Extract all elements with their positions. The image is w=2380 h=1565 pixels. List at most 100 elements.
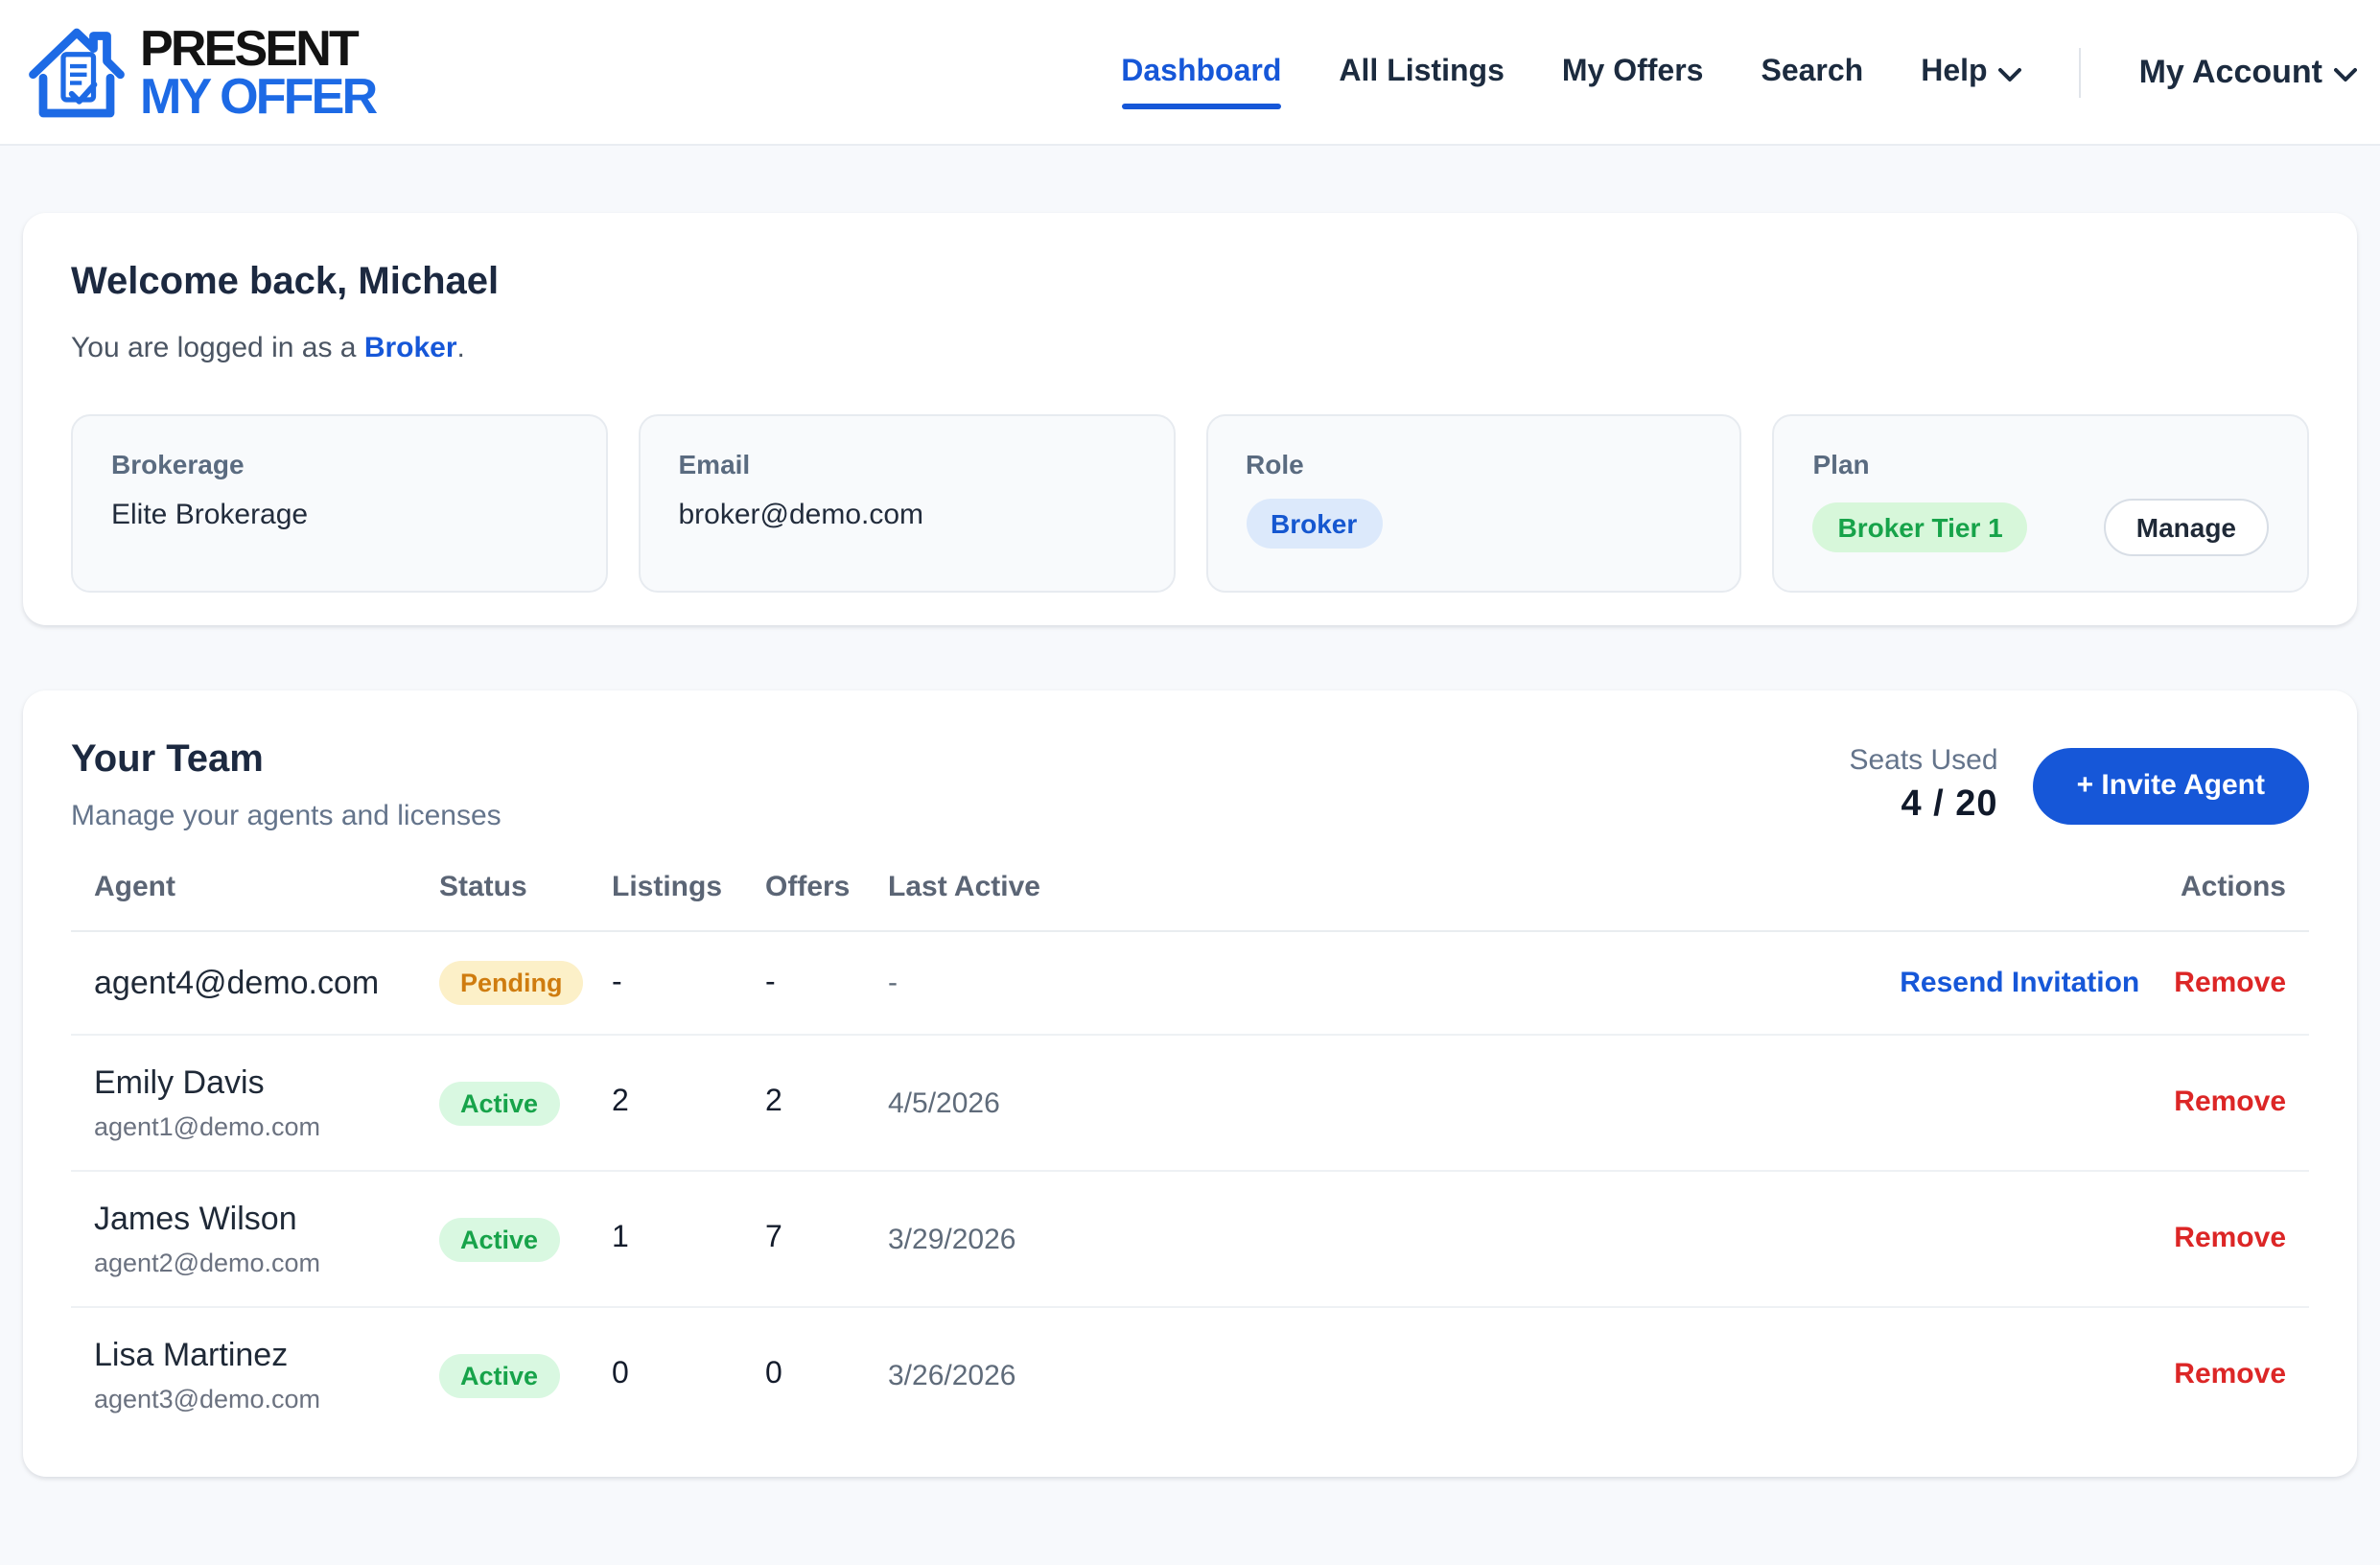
agent-email: agent1@demo.com — [94, 1112, 393, 1141]
team-card: Your Team Manage your agents and license… — [23, 690, 2357, 1477]
nav-help[interactable]: Help — [1921, 55, 2021, 89]
welcome-role-highlight: Broker — [364, 332, 457, 364]
remove-link[interactable]: Remove — [2174, 966, 2286, 998]
email-label: Email — [679, 449, 1135, 479]
agent-cell: agent4@demo.com — [71, 931, 416, 1035]
remove-link[interactable]: Remove — [2174, 1358, 2286, 1390]
last-active-date: 3/29/2026 — [865, 1171, 1772, 1307]
remove-link[interactable]: Remove — [2174, 1086, 2286, 1118]
team-title: Your Team — [71, 738, 502, 782]
listings-count: 2 — [589, 1035, 742, 1171]
welcome-title: Welcome back, Michael — [71, 261, 2309, 305]
status-badge: Active — [439, 1217, 559, 1261]
invite-agent-button[interactable]: + Invite Agent — [2033, 747, 2309, 824]
top-nav-bar: PRESENT MY OFFER Dashboard All Listings … — [0, 0, 2380, 146]
status-badge: Active — [439, 1081, 559, 1125]
agent-email: agent2@demo.com — [94, 1249, 393, 1277]
info-card-email: Email broker@demo.com — [639, 414, 1176, 593]
team-subtitle: Manage your agents and licenses — [71, 800, 502, 832]
column-header-agent: Agent — [71, 863, 416, 931]
column-header-listings: Listings — [589, 863, 742, 931]
status-badge: Pending — [439, 961, 584, 1005]
nav-divider — [2080, 47, 2082, 97]
agent-cell: James Wilson agent2@demo.com — [71, 1171, 416, 1307]
nav-my-account-label: My Account — [2139, 53, 2322, 91]
app: PRESENT MY OFFER Dashboard All Listings … — [0, 0, 2380, 1565]
agent-cell: Lisa Martinez agent3@demo.com — [71, 1307, 416, 1442]
offers-count: 7 — [742, 1171, 865, 1307]
row-actions: Remove — [1772, 1307, 2309, 1442]
column-header-actions: Actions — [1772, 863, 2309, 931]
house-document-icon — [23, 18, 130, 126]
account-info-grid: Brokerage Elite Brokerage Email broker@d… — [71, 414, 2309, 593]
nav-all-listings[interactable]: All Listings — [1339, 55, 1504, 89]
plan-row: Broker Tier 1 Manage — [1813, 499, 2270, 556]
welcome-subtitle: You are logged in as a Broker. — [71, 332, 2309, 364]
brand-logo[interactable]: PRESENT MY OFFER — [23, 18, 375, 126]
welcome-subtitle-suffix: . — [457, 332, 465, 364]
nav-search[interactable]: Search — [1761, 55, 1863, 89]
brokerage-value: Elite Brokerage — [111, 499, 568, 531]
info-card-role: Role Broker — [1205, 414, 1742, 593]
seats-used-value: 4 / 20 — [1849, 784, 1997, 827]
agent-name: Lisa Martinez — [94, 1337, 393, 1375]
status-cell: Active — [416, 1171, 589, 1307]
offers-count: 0 — [742, 1307, 865, 1442]
chevron-down-icon — [1999, 66, 2022, 82]
agent-name: Emily Davis — [94, 1064, 393, 1103]
plan-badge: Broker Tier 1 — [1813, 502, 2028, 552]
offers-count: - — [742, 931, 865, 1035]
main-content: Welcome back, Michael You are logged in … — [0, 146, 2380, 1477]
row-actions: Resend Invitation Remove — [1772, 931, 2309, 1035]
table-row: agent4@demo.com Pending - - - Resend Inv… — [71, 931, 2309, 1035]
listings-count: 1 — [589, 1171, 742, 1307]
email-value: broker@demo.com — [679, 499, 1135, 531]
brand-line-1: PRESENT — [140, 26, 375, 72]
manage-plan-button[interactable]: Manage — [2104, 499, 2269, 556]
team-header-actions: Seats Used 4 / 20 + Invite Agent — [1849, 744, 2309, 827]
role-badge: Broker — [1246, 499, 1382, 549]
status-badge: Active — [439, 1353, 559, 1397]
nav-my-account[interactable]: My Account — [2139, 53, 2357, 91]
nav-my-offers[interactable]: My Offers — [1562, 55, 1704, 89]
listings-count: - — [589, 931, 742, 1035]
remove-link[interactable]: Remove — [2174, 1222, 2286, 1254]
seats-used-label: Seats Used — [1849, 744, 1997, 777]
welcome-subtitle-prefix: You are logged in as a — [71, 332, 364, 364]
table-row: James Wilson agent2@demo.com Active 1 7 … — [71, 1171, 2309, 1307]
role-label: Role — [1246, 449, 1702, 479]
team-table: AgentStatusListingsOffersLast ActiveActi… — [71, 863, 2309, 1442]
nav-dashboard[interactable]: Dashboard — [1121, 55, 1281, 89]
column-header-offers: Offers — [742, 863, 865, 931]
info-card-plan: Plan Broker Tier 1 Manage — [1773, 414, 2310, 593]
listings-count: 0 — [589, 1307, 742, 1442]
seats-used-block: Seats Used 4 / 20 — [1849, 744, 1997, 827]
chevron-down-icon — [2334, 66, 2357, 82]
agent-name: agent4@demo.com — [94, 964, 393, 1002]
status-cell: Active — [416, 1307, 589, 1442]
table-row: Emily Davis agent1@demo.com Active 2 2 4… — [71, 1035, 2309, 1171]
last-active-date: 4/5/2026 — [865, 1035, 1772, 1171]
primary-nav: Dashboard All Listings My Offers Search … — [1121, 47, 2357, 97]
agent-cell: Emily Davis agent1@demo.com — [71, 1035, 416, 1171]
agent-name: James Wilson — [94, 1201, 393, 1239]
resend-invitation-link[interactable]: Resend Invitation — [1900, 966, 2139, 998]
last-active-date: 3/26/2026 — [865, 1307, 1772, 1442]
agent-email: agent3@demo.com — [94, 1385, 393, 1413]
team-header: Your Team Manage your agents and license… — [71, 738, 2309, 832]
last-active-date: - — [865, 931, 1772, 1035]
row-actions: Remove — [1772, 1171, 2309, 1307]
table-row: Lisa Martinez agent3@demo.com Active 0 0… — [71, 1307, 2309, 1442]
column-header-status: Status — [416, 863, 589, 931]
offers-count: 2 — [742, 1035, 865, 1171]
status-cell: Pending — [416, 931, 589, 1035]
column-header-last-active: Last Active — [865, 863, 1772, 931]
status-cell: Active — [416, 1035, 589, 1171]
team-header-text: Your Team Manage your agents and license… — [71, 738, 502, 832]
nav-help-label: Help — [1921, 55, 1987, 89]
brokerage-label: Brokerage — [111, 449, 568, 479]
info-card-brokerage: Brokerage Elite Brokerage — [71, 414, 608, 593]
welcome-card: Welcome back, Michael You are logged in … — [23, 213, 2357, 625]
brand-wordmark: PRESENT MY OFFER — [140, 26, 375, 119]
table-header-row: AgentStatusListingsOffersLast ActiveActi… — [71, 863, 2309, 931]
